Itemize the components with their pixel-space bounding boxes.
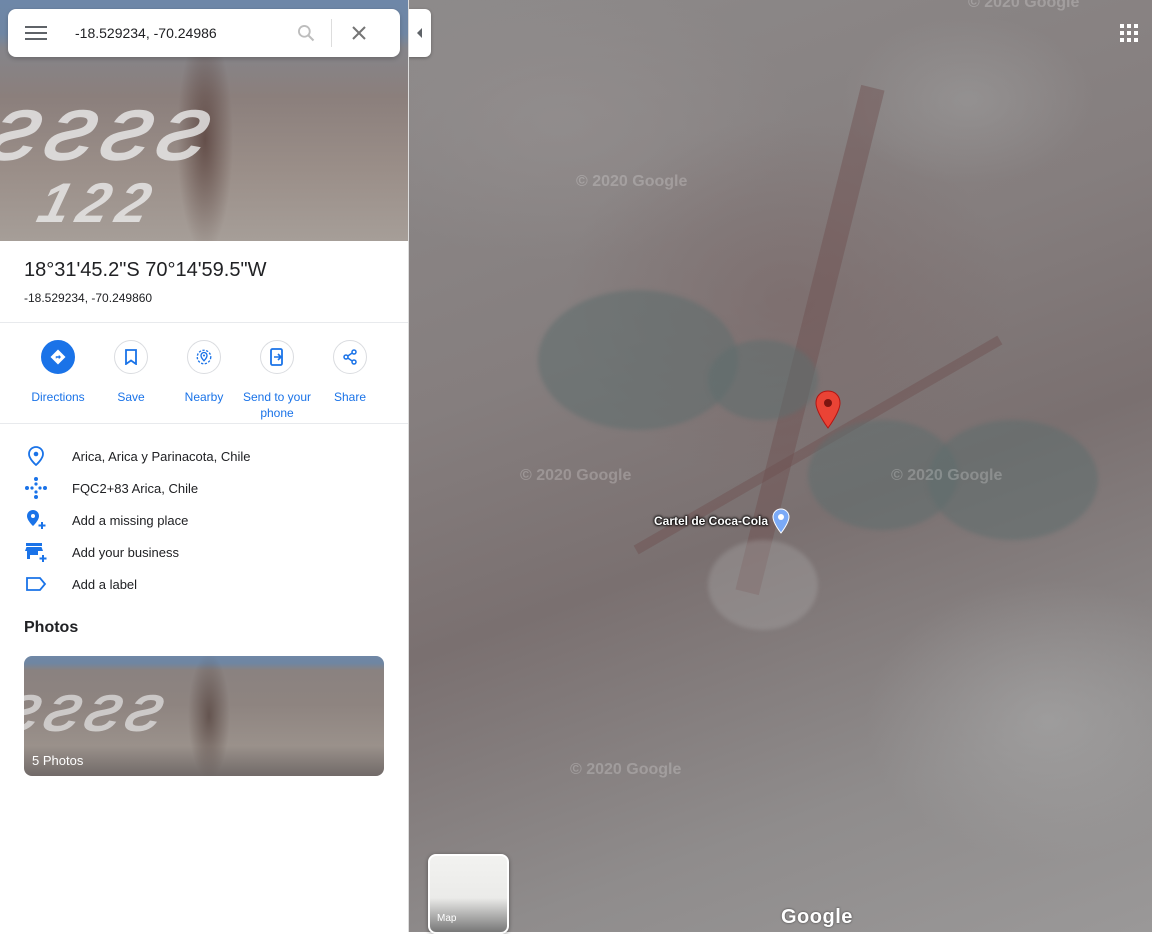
nearby-label: Nearby <box>184 390 224 404</box>
satellite-map[interactable]: © 2020 Google © 2020 Google © 2020 Googl… <box>408 0 1152 932</box>
plus-code-icon <box>24 476 48 500</box>
poi-pin-icon[interactable] <box>772 508 790 534</box>
dropped-pin-icon[interactable] <box>814 390 842 430</box>
info-row-plus-code[interactable]: FQC2+83 Arica, Chile <box>0 472 408 504</box>
map-layer-label: Map <box>437 913 457 924</box>
info-row-add-business[interactable]: Add your business <box>0 536 408 568</box>
info-text: FQC2+83 Arica, Chile <box>72 480 199 496</box>
share-button[interactable]: Share <box>310 340 390 405</box>
map-layer-toggle[interactable]: Map <box>428 854 509 934</box>
info-text: Add your business <box>72 544 179 560</box>
divider <box>0 322 408 323</box>
action-buttons: Directions Save Nearby Send to your phon… <box>0 340 408 420</box>
photos-card[interactable]: ƧƧƧƧ 5 Photos <box>24 656 384 776</box>
search-divider <box>331 19 332 47</box>
nearby-icon <box>187 340 221 374</box>
send-to-phone-label: Send to your phone <box>242 390 312 420</box>
divider <box>0 423 408 424</box>
hero-photo-texture: ƧƧƧƧ <box>0 96 225 176</box>
label-icon <box>24 572 48 596</box>
collapse-arrow-icon <box>417 28 422 38</box>
info-row-add-label[interactable]: Add a label <box>0 568 408 600</box>
hero-photo-texture: 122 <box>31 171 166 234</box>
send-to-phone-button[interactable]: Send to your phone <box>237 340 317 421</box>
send-to-phone-icon <box>260 340 294 374</box>
directions-icon <box>41 340 75 374</box>
photos-heading: Photos <box>24 619 79 636</box>
place-decimal-coords: -18.529234, -70.249860 <box>24 291 153 305</box>
search-input[interactable] <box>75 25 285 41</box>
search-box <box>8 9 400 57</box>
bookmark-icon <box>114 340 148 374</box>
map-terrain <box>708 540 818 630</box>
place-title: 18°31'45.2"S 70°14'59.5"W <box>24 259 267 281</box>
location-pin-icon <box>24 444 48 468</box>
save-label: Save <box>117 390 145 404</box>
map-watermark: © 2020 Google <box>520 467 632 484</box>
google-logo: Google <box>781 906 853 928</box>
info-text: Add a missing place <box>72 512 189 528</box>
add-business-icon <box>24 540 48 564</box>
photos-count: 5 Photos <box>32 753 84 768</box>
save-button[interactable]: Save <box>91 340 171 405</box>
collapse-panel-button[interactable] <box>408 9 431 57</box>
map-watermark: © 2020 Google <box>891 467 1003 484</box>
map-watermark: © 2020 Google <box>570 761 682 778</box>
info-row-add-place[interactable]: Add a missing place <box>0 504 408 536</box>
map-watermark: © 2020 Google <box>576 173 688 190</box>
poi-label[interactable]: Cartel de Coca-Cola <box>654 514 768 528</box>
info-text: Arica, Arica y Parinacota, Chile <box>72 448 251 464</box>
map-terrain <box>538 290 738 430</box>
side-panel: ƧƧƧƧ 122 18°31'45.2"S 70°14'59.5"W -18.5… <box>0 0 409 932</box>
search-icon[interactable] <box>295 22 317 44</box>
add-place-icon <box>24 508 48 532</box>
photo-texture: ƧƧƧƧ <box>24 685 175 743</box>
close-icon[interactable] <box>348 22 370 44</box>
nearby-button[interactable]: Nearby <box>164 340 244 405</box>
apps-grid-icon[interactable] <box>1120 24 1138 42</box>
info-list: Arica, Arica y Parinacota, Chile FQC2+83… <box>0 440 408 600</box>
directions-button[interactable]: Directions <box>18 340 98 405</box>
map-watermark: © 2020 Google <box>968 0 1080 11</box>
poi-marker[interactable]: Cartel de Coca-Cola <box>654 508 790 534</box>
share-icon <box>333 340 367 374</box>
directions-label: Directions <box>31 390 85 404</box>
info-row-address[interactable]: Arica, Arica y Parinacota, Chile <box>0 440 408 472</box>
map-terrain <box>708 340 818 420</box>
menu-icon[interactable] <box>25 26 47 40</box>
share-label: Share <box>333 390 367 404</box>
info-text: Add a label <box>72 576 138 592</box>
